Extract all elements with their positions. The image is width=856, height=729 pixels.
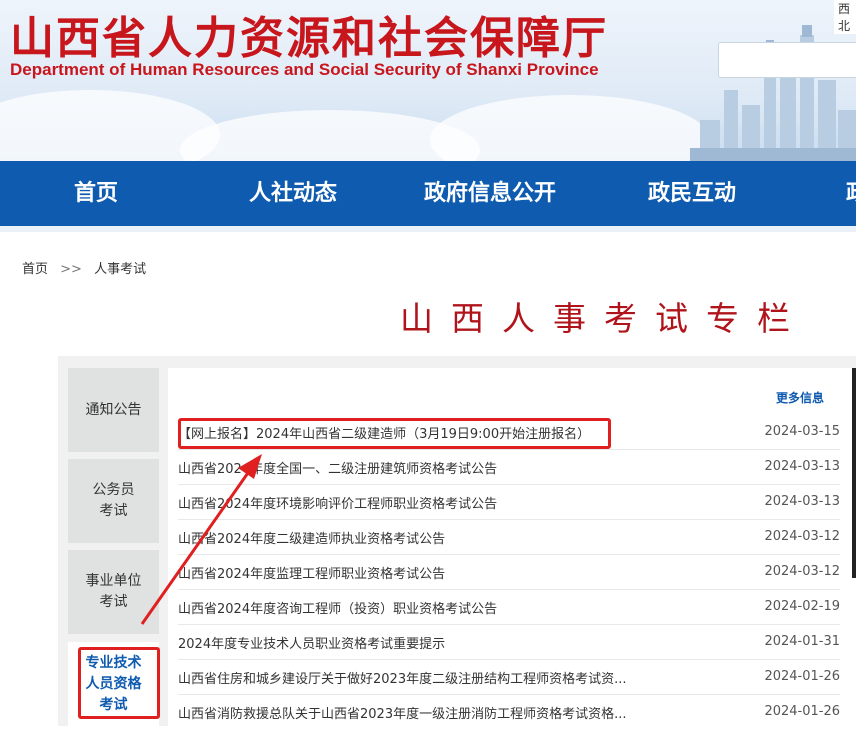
search-input[interactable] — [718, 42, 856, 78]
list-item-date: 2024-03-12 — [764, 529, 840, 544]
list-item-date: 2024-03-15 — [764, 424, 840, 439]
cloud-decoration — [430, 95, 710, 161]
breadcrumb: 首页 >> 人事考试 — [22, 258, 154, 277]
list-item[interactable]: 山西省消防救援总队关于山西省2023年度一级注册消防工程师资格考试资格... 2… — [178, 694, 840, 729]
nav-item-home[interactable]: 首页 — [74, 161, 118, 226]
breadcrumb-separator: >> — [60, 262, 82, 277]
sidebar-item-public-institution[interactable]: 事业单位 考试 — [68, 550, 159, 634]
highlight-box — [178, 418, 611, 449]
list-item-date: 2024-01-31 — [764, 634, 840, 649]
city-skyline-illustration — [690, 25, 856, 161]
nav-item-news[interactable]: 人社动态 — [249, 161, 337, 226]
list-item-date: 2024-03-12 — [764, 564, 840, 579]
list-item[interactable]: 山西省2024年度监理工程师职业资格考试公告 2024-03-12 — [178, 554, 840, 590]
breadcrumb-home-link[interactable]: 首页 — [22, 262, 48, 277]
list-item-date: 2024-01-26 — [764, 704, 840, 719]
list-item-title[interactable]: 山西省2024年度咨询工程师（投资）职业资格考试公告 — [178, 598, 497, 617]
list-item-date: 2024-01-26 — [764, 669, 840, 684]
list-item-title[interactable]: 山西省2024年度全国一、二级注册建筑师资格考试公告 — [178, 458, 497, 477]
site-title-cn: 山西省人力资源和社会保障厅 — [10, 13, 608, 64]
list-item-title[interactable]: 山西省消防救援总队关于山西省2023年度一级注册消防工程师资格考试资格... — [178, 703, 626, 722]
panel-edge — [852, 368, 856, 578]
list-item[interactable]: 山西省2024年度环境影响评价工程师职业资格考试公告 2024-03-13 — [178, 484, 840, 520]
list-item-title[interactable]: 山西省住房和城乡建设厅关于做好2023年度二级注册结构工程师资格考试资... — [178, 668, 626, 687]
nav-item-interaction[interactable]: 政民互动 — [648, 161, 736, 226]
list-item-title[interactable]: 2024年度专业技术人员职业资格考试重要提示 — [178, 633, 445, 652]
list-item-date: 2024-03-13 — [764, 459, 840, 474]
list-item[interactable]: 山西省2024年度二级建造师执业资格考试公告 2024-03-12 — [178, 519, 840, 555]
top-location-text[interactable]: 西北 — [834, 0, 856, 34]
site-header: 山西省人力资源和社会保障厅 Department of Human Resour… — [0, 0, 856, 161]
nav-item-gov-info[interactable]: 政府信息公开 — [424, 161, 556, 226]
sidebar-item-notices[interactable]: 通知公告 — [68, 368, 159, 452]
sidebar-item-civil-service[interactable]: 公务员 考试 — [68, 459, 159, 543]
list-item-date: 2024-02-19 — [764, 599, 840, 614]
list-item[interactable]: 山西省2024年度咨询工程师（投资）职业资格考试公告 2024-02-19 — [178, 589, 840, 625]
list-item[interactable]: 2024年度专业技术人员职业资格考试重要提示 2024-01-31 — [178, 624, 840, 660]
main-nav: 首页 人社动态 政府信息公开 政民互动 政 — [0, 161, 856, 226]
list-item-title[interactable]: 山西省2024年度二级建造师执业资格考试公告 — [178, 528, 445, 547]
nav-shadow — [0, 226, 856, 232]
list-item[interactable]: 山西省住房和城乡建设厅关于做好2023年度二级注册结构工程师资格考试资... 2… — [178, 659, 840, 695]
breadcrumb-current[interactable]: 人事考试 — [94, 262, 146, 277]
list-item-date: 2024-03-13 — [764, 494, 840, 509]
page-title: 山西人事考试专栏 — [400, 299, 808, 338]
list-item-title[interactable]: 山西省2024年度环境影响评价工程师职业资格考试公告 — [178, 493, 497, 512]
site-title-en: Department of Human Resources and Social… — [10, 60, 599, 79]
highlight-box — [78, 647, 160, 719]
list-item[interactable]: 山西省2024年度全国一、二级注册建筑师资格考试公告 2024-03-13 — [178, 449, 840, 485]
list-item-title[interactable]: 山西省2024年度监理工程师职业资格考试公告 — [178, 563, 445, 582]
more-info-link[interactable]: 更多信息 — [776, 389, 824, 406]
nav-item-more[interactable]: 政 — [846, 161, 856, 226]
